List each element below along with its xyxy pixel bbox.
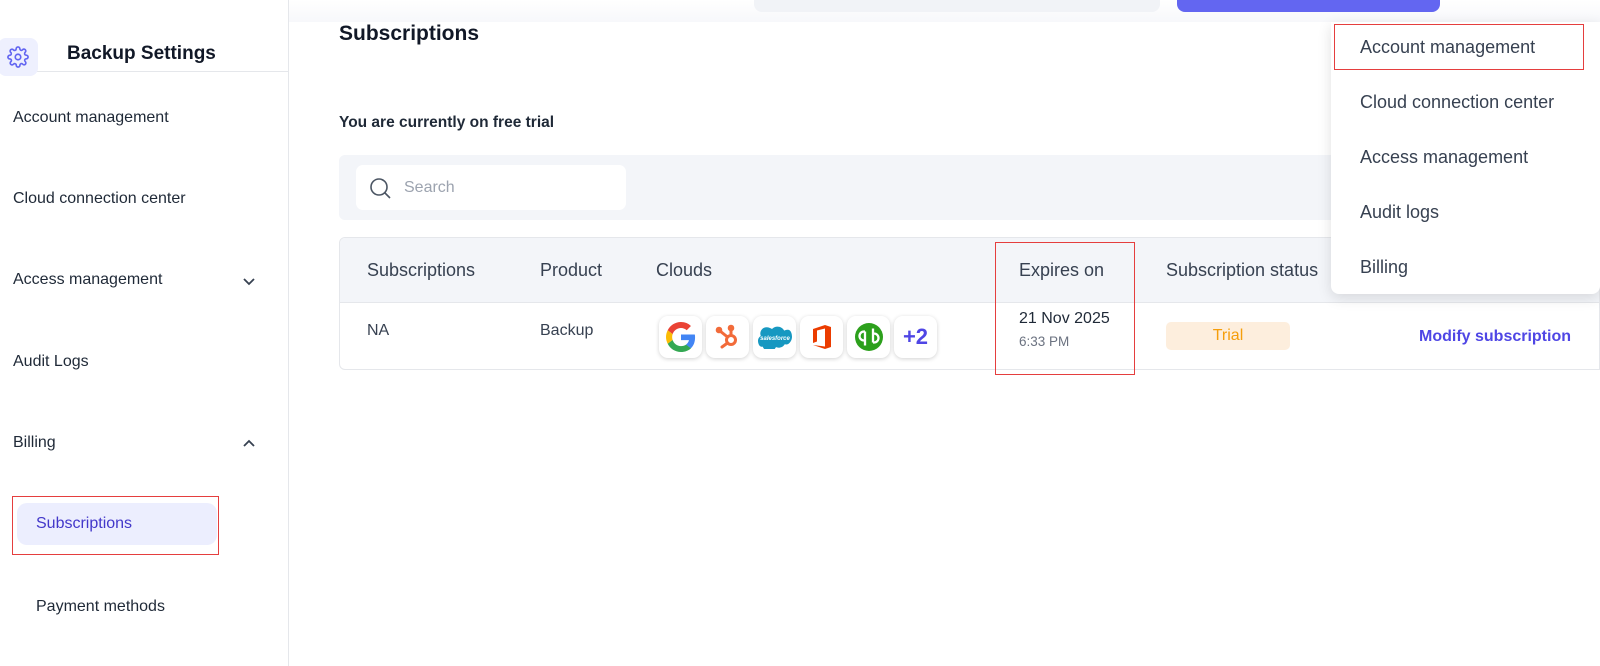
cloud-icon-list: salesforce +2 [659,316,937,358]
top-primary-button[interactable] [1177,0,1440,12]
column-header-subscription-status: Subscription status [1166,260,1319,280]
sidebar-subitem-subscriptions[interactable]: Subscriptions [17,503,217,545]
chevron-down-icon[interactable] [241,273,257,289]
sidebar-item-account-management[interactable]: Account management [0,98,288,138]
menu-item-audit-logs[interactable]: Audit logs [1331,192,1600,232]
page-title: Subscriptions [339,22,480,45]
menu-item-label: Cloud connection center [1360,91,1555,112]
menu-item-label: Audit logs [1360,201,1440,222]
sidebar-item-label: Access management [13,271,163,288]
menu-item-label: Access management [1360,146,1529,167]
svg-text:salesforce: salesforce [760,336,790,342]
more-clouds-badge[interactable]: +2 [894,316,937,358]
office365-icon [800,316,843,358]
sidebar: Backup Settings Account management Cloud… [0,0,289,666]
google-icon [659,316,702,358]
hubspot-icon [706,316,749,358]
settings-dropdown-menu: Account management Cloud connection cent… [1331,22,1600,294]
salesforce-icon: salesforce [753,316,796,358]
sidebar-item-label: Cloud connection center [13,190,186,207]
sidebar-subitem-payment-methods[interactable]: Payment methods [17,586,217,628]
sidebar-item-access-management[interactable]: Access management [0,260,288,300]
chevron-up-icon[interactable] [241,436,257,452]
search-input[interactable] [404,165,614,210]
cell-subscription: NA [367,322,390,339]
sidebar-item-label: Billing [13,434,56,451]
trial-notice: You are currently on free trial [339,114,555,131]
sidebar-item-label: Account management [13,109,169,126]
quickbooks-icon [847,316,890,358]
sidebar-item-label: Audit Logs [13,353,89,370]
menu-item-access-management[interactable]: Access management [1331,137,1600,177]
sidebar-item-audit-logs[interactable]: Audit Logs [0,342,288,382]
sidebar-item-cloud-connection-center[interactable]: Cloud connection center [0,179,288,219]
gear-icon[interactable] [0,38,38,76]
column-header-expires-on: Expires on [1019,260,1105,280]
menu-item-cloud-connection-center[interactable]: Cloud connection center [1331,82,1600,122]
status-badge: Trial [1166,322,1290,350]
menu-item-label: Account management [1360,36,1536,57]
search-icon [370,178,391,199]
column-header-product: Product [540,260,603,280]
cell-product: Backup [540,322,594,339]
sidebar-header: Backup Settings [0,22,288,76]
sidebar-subitem-label: Payment methods [36,598,165,615]
top-search-bar[interactable] [754,0,1160,12]
menu-item-account-management[interactable]: Account management [1331,27,1600,67]
cell-expires-time: 6:33 PM [1019,334,1070,349]
sidebar-item-billing[interactable]: Billing [0,423,288,463]
modify-subscription-link[interactable]: Modify subscription [1419,328,1571,346]
column-header-clouds: Clouds [656,260,713,280]
cell-expires-date: 21 Nov 2025 [1019,310,1110,327]
search-field[interactable] [356,165,626,210]
menu-item-billing[interactable]: Billing [1331,247,1600,287]
sidebar-title: Backup Settings [67,43,216,64]
column-header-subscriptions: Subscriptions [367,260,476,280]
sidebar-subitem-label: Subscriptions [36,515,133,532]
menu-item-label: Billing [1360,256,1409,277]
